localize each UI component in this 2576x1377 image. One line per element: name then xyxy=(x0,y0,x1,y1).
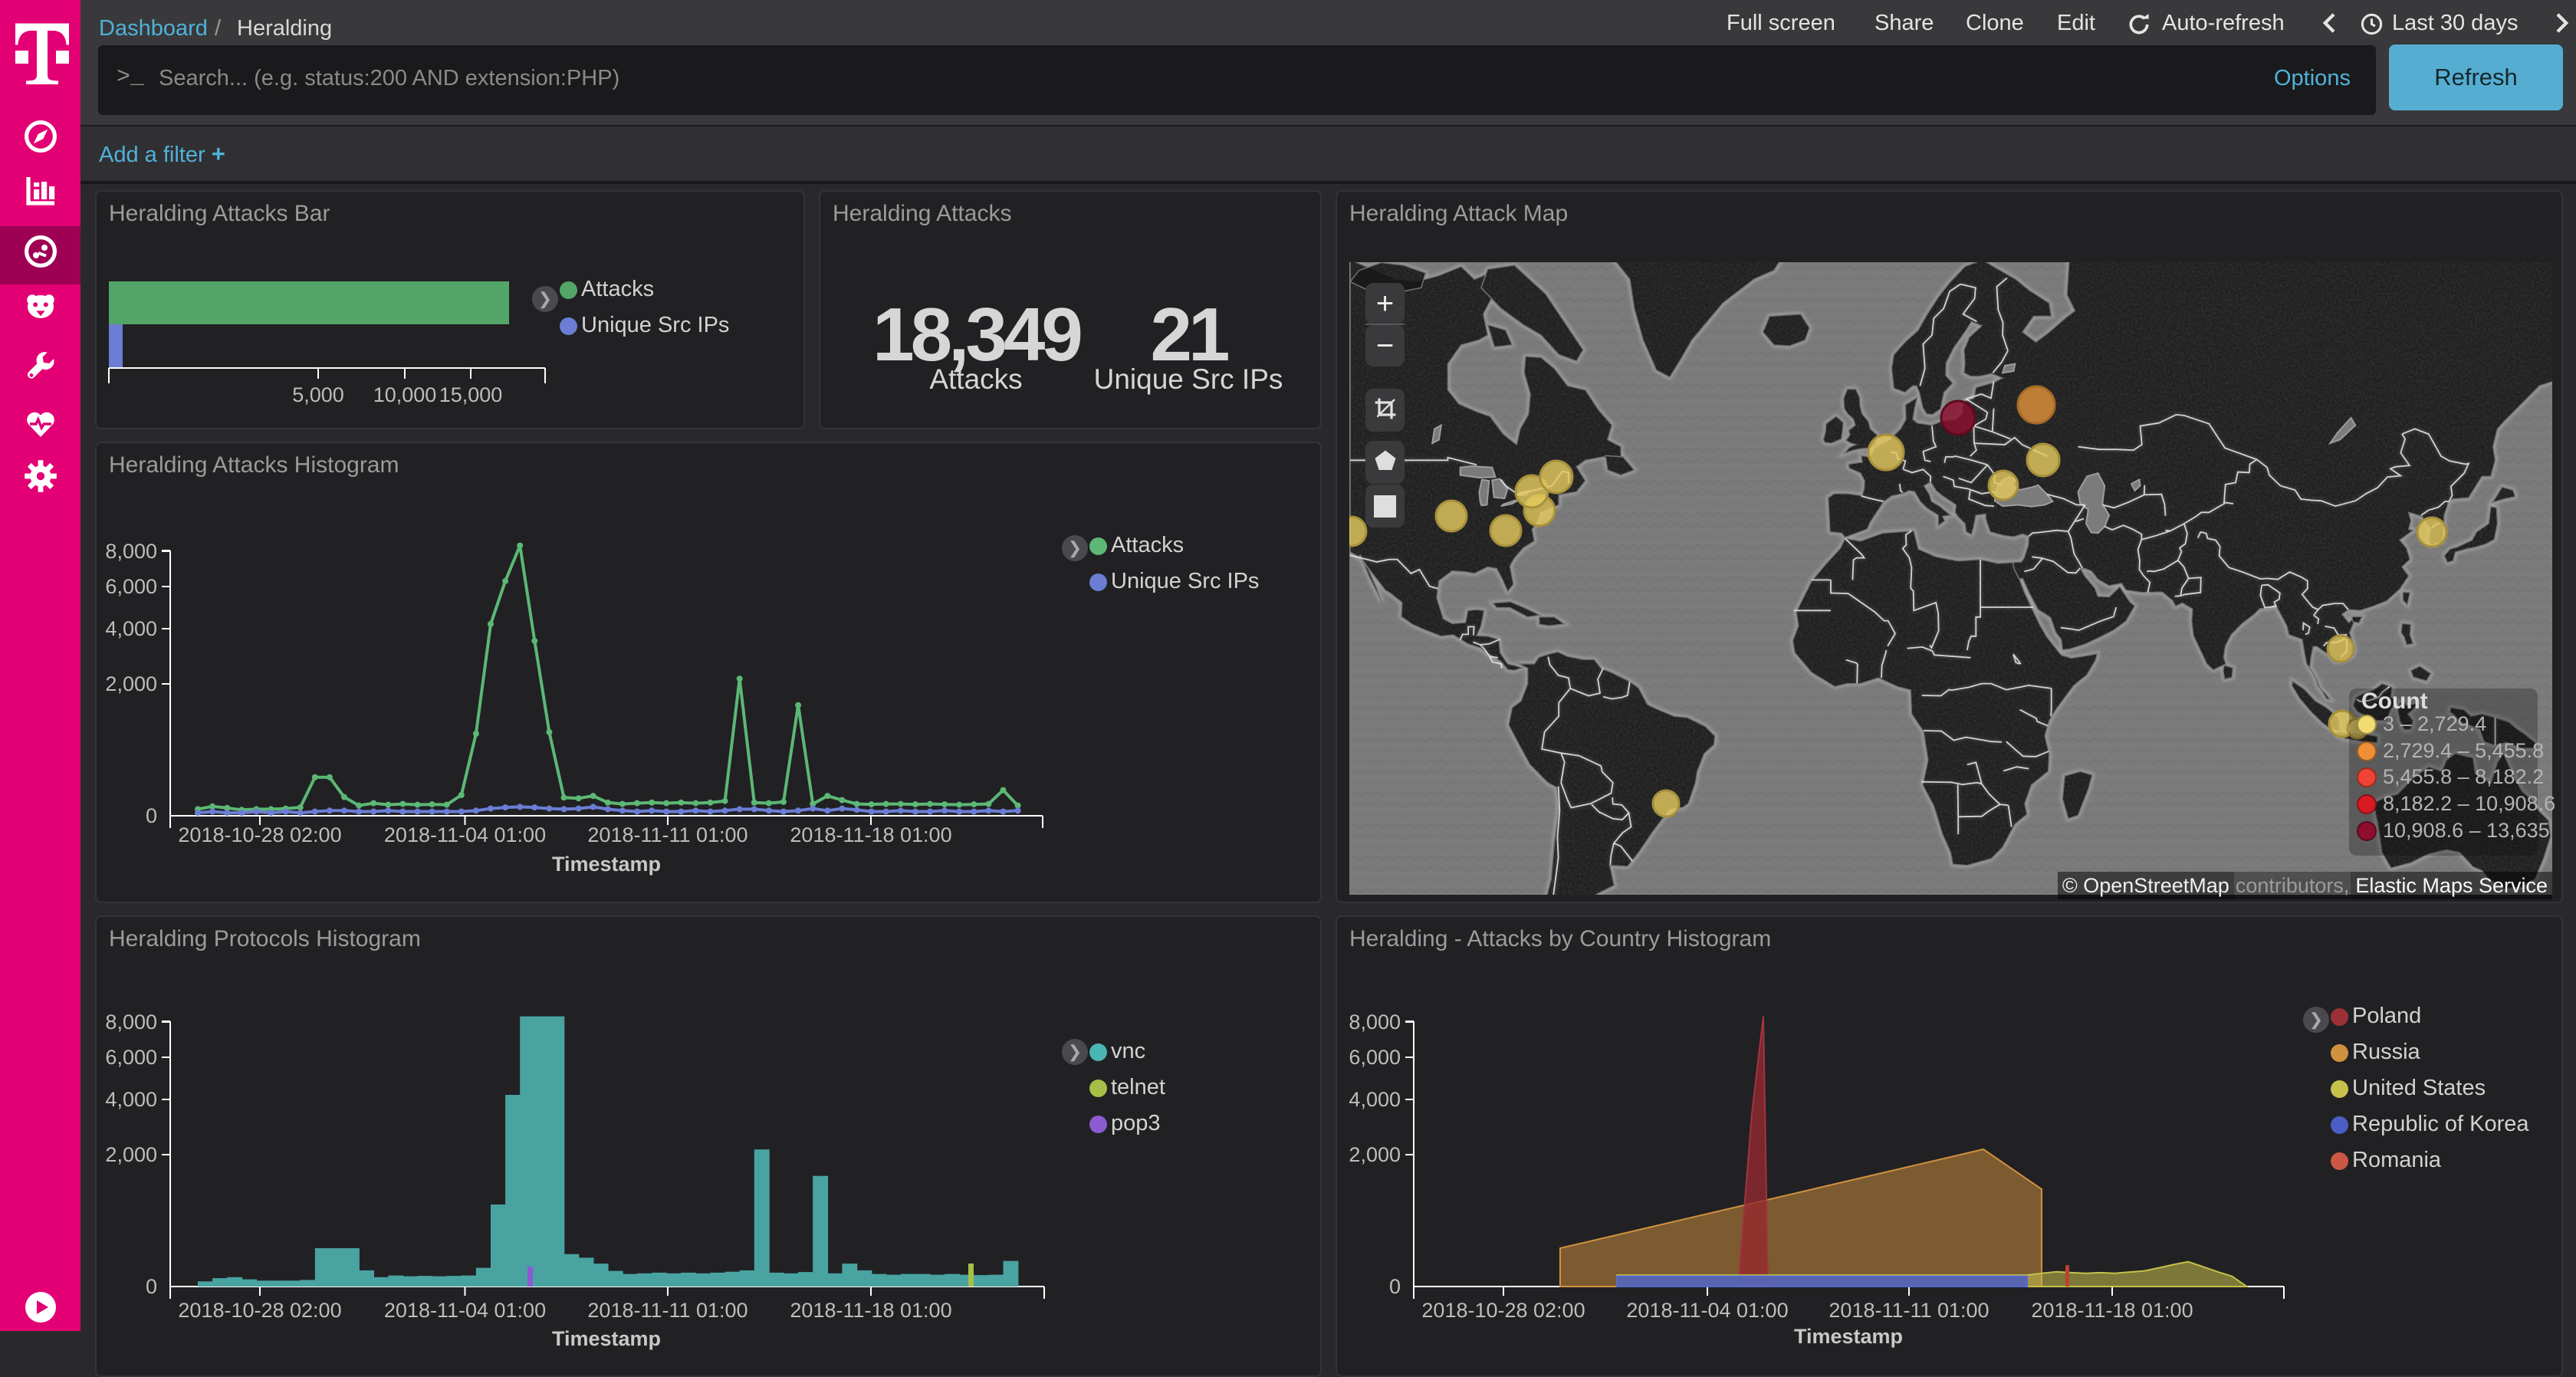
svg-text:4,000: 4,000 xyxy=(1349,1088,1401,1111)
svg-text:Timestamp: Timestamp xyxy=(552,853,661,876)
svg-text:2,000: 2,000 xyxy=(1349,1143,1401,1166)
svg-text:0: 0 xyxy=(1389,1275,1401,1298)
svg-text:15,000: 15,000 xyxy=(439,383,503,406)
svg-text:2018-11-18 01:00: 2018-11-18 01:00 xyxy=(2031,1299,2193,1322)
svg-text:2,000: 2,000 xyxy=(105,1143,157,1166)
svg-text:2,000: 2,000 xyxy=(105,672,157,695)
svg-text:0: 0 xyxy=(146,804,157,827)
svg-text:2018-11-11 01:00: 2018-11-11 01:00 xyxy=(1829,1299,1989,1322)
svg-text:4,000: 4,000 xyxy=(105,1088,157,1111)
svg-text:2018-11-18 01:00: 2018-11-18 01:00 xyxy=(790,823,951,846)
svg-text:10,000: 10,000 xyxy=(373,383,437,406)
svg-text:6,000: 6,000 xyxy=(105,1046,157,1069)
svg-text:8,000: 8,000 xyxy=(105,1011,157,1034)
svg-text:2018-10-28 02:00: 2018-10-28 02:00 xyxy=(1421,1299,1585,1322)
svg-text:2018-11-04 01:00: 2018-11-04 01:00 xyxy=(1626,1299,1788,1322)
svg-text:4,000: 4,000 xyxy=(105,617,157,640)
svg-text:0: 0 xyxy=(146,1275,157,1298)
svg-text:2018-11-11 01:00: 2018-11-11 01:00 xyxy=(587,1299,748,1322)
svg-text:2018-10-28 02:00: 2018-10-28 02:00 xyxy=(178,1299,341,1322)
svg-text:2018-11-11 01:00: 2018-11-11 01:00 xyxy=(587,823,748,846)
svg-text:2018-11-18 01:00: 2018-11-18 01:00 xyxy=(790,1299,951,1322)
svg-text:6,000: 6,000 xyxy=(105,575,157,598)
svg-text:6,000: 6,000 xyxy=(1349,1046,1401,1069)
svg-text:2018-11-04 01:00: 2018-11-04 01:00 xyxy=(384,1299,546,1322)
svg-text:Timestamp: Timestamp xyxy=(1794,1325,1903,1348)
svg-text:8,000: 8,000 xyxy=(1349,1011,1401,1034)
svg-text:8,000: 8,000 xyxy=(105,540,157,563)
svg-text:2018-11-04 01:00: 2018-11-04 01:00 xyxy=(384,823,546,846)
svg-text:2018-10-28 02:00: 2018-10-28 02:00 xyxy=(178,823,341,846)
svg-text:5,000: 5,000 xyxy=(292,383,344,406)
